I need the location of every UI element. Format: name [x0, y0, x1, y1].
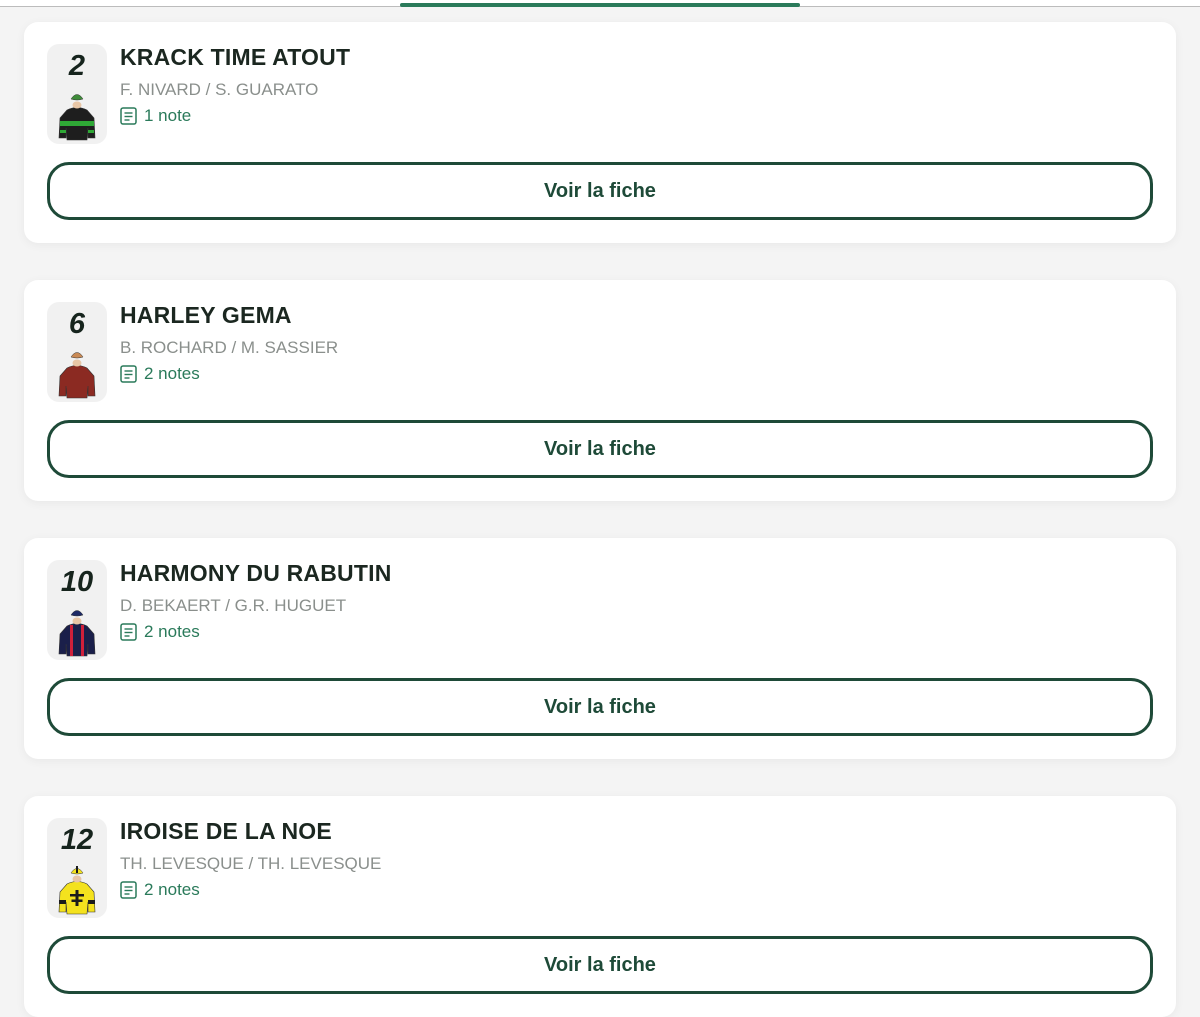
- runner-card: 2 KRACK TIME ATOUT F. NIVARD / S. GUARAT…: [24, 22, 1176, 243]
- note-icon: [120, 623, 137, 641]
- note-icon: [120, 107, 137, 125]
- notes-link[interactable]: 1 note: [120, 106, 191, 126]
- jockey-silk-maroon-icon: [58, 352, 96, 399]
- driver-trainer: TH. LEVESQUE / TH. LEVESQUE: [120, 854, 382, 873]
- driver-trainer: B. ROCHARD / M. SASSIER: [120, 338, 339, 357]
- notes-count: 2 notes: [144, 622, 200, 641]
- horse-name[interactable]: IROISE DE LA NOE: [120, 818, 332, 845]
- jockey-silk-navy-red-braces-icon: [58, 610, 96, 657]
- runner-card: 10 HARMONY DU RABUTIN D. BEKAERT / G.R. …: [24, 538, 1176, 759]
- active-tab-indicator: [400, 3, 800, 7]
- runner-number-box: 6: [47, 302, 107, 402]
- top-tab-bar: [0, 0, 1200, 7]
- notes-count: 1 note: [144, 106, 192, 125]
- runner-number-box: 2: [47, 44, 107, 144]
- runner-card: 12 IROISE DE LA NOE TH. LEVESQUE / TH. L…: [24, 796, 1176, 1017]
- runner-number-box: 12: [47, 818, 107, 918]
- note-icon: [120, 881, 137, 899]
- runner-number: 6: [68, 308, 86, 340]
- voir-fiche-button[interactable]: Voir la fiche: [47, 420, 1153, 478]
- horse-name[interactable]: KRACK TIME ATOUT: [120, 44, 350, 71]
- notes-link[interactable]: 2 notes: [120, 622, 200, 642]
- driver-trainer: F. NIVARD / S. GUARATO: [120, 80, 319, 99]
- driver-trainer: D. BEKAERT / G.R. HUGUET: [120, 596, 347, 615]
- voir-fiche-button[interactable]: Voir la fiche: [47, 678, 1153, 736]
- notes-count: 2 notes: [144, 364, 200, 383]
- jockey-silk-yellow-cross-icon: [58, 866, 96, 915]
- notes-link[interactable]: 2 notes: [120, 364, 200, 384]
- runner-number: 10: [60, 566, 94, 598]
- runner-number: 2: [68, 50, 86, 82]
- notes-count: 2 notes: [144, 880, 200, 899]
- voir-fiche-button[interactable]: Voir la fiche: [47, 936, 1153, 994]
- runner-number: 12: [60, 824, 94, 856]
- note-icon: [120, 365, 137, 383]
- runner-card: 6 HARLEY GEMA B. ROCHARD / M. SASSIER 2 …: [24, 280, 1176, 501]
- jockey-silk-black-green-hoop-icon: [58, 94, 96, 141]
- runner-number-box: 10: [47, 560, 107, 660]
- notes-link[interactable]: 2 notes: [120, 880, 200, 900]
- horse-name[interactable]: HARMONY DU RABUTIN: [120, 560, 392, 587]
- horse-name[interactable]: HARLEY GEMA: [120, 302, 292, 329]
- voir-fiche-button[interactable]: Voir la fiche: [47, 162, 1153, 220]
